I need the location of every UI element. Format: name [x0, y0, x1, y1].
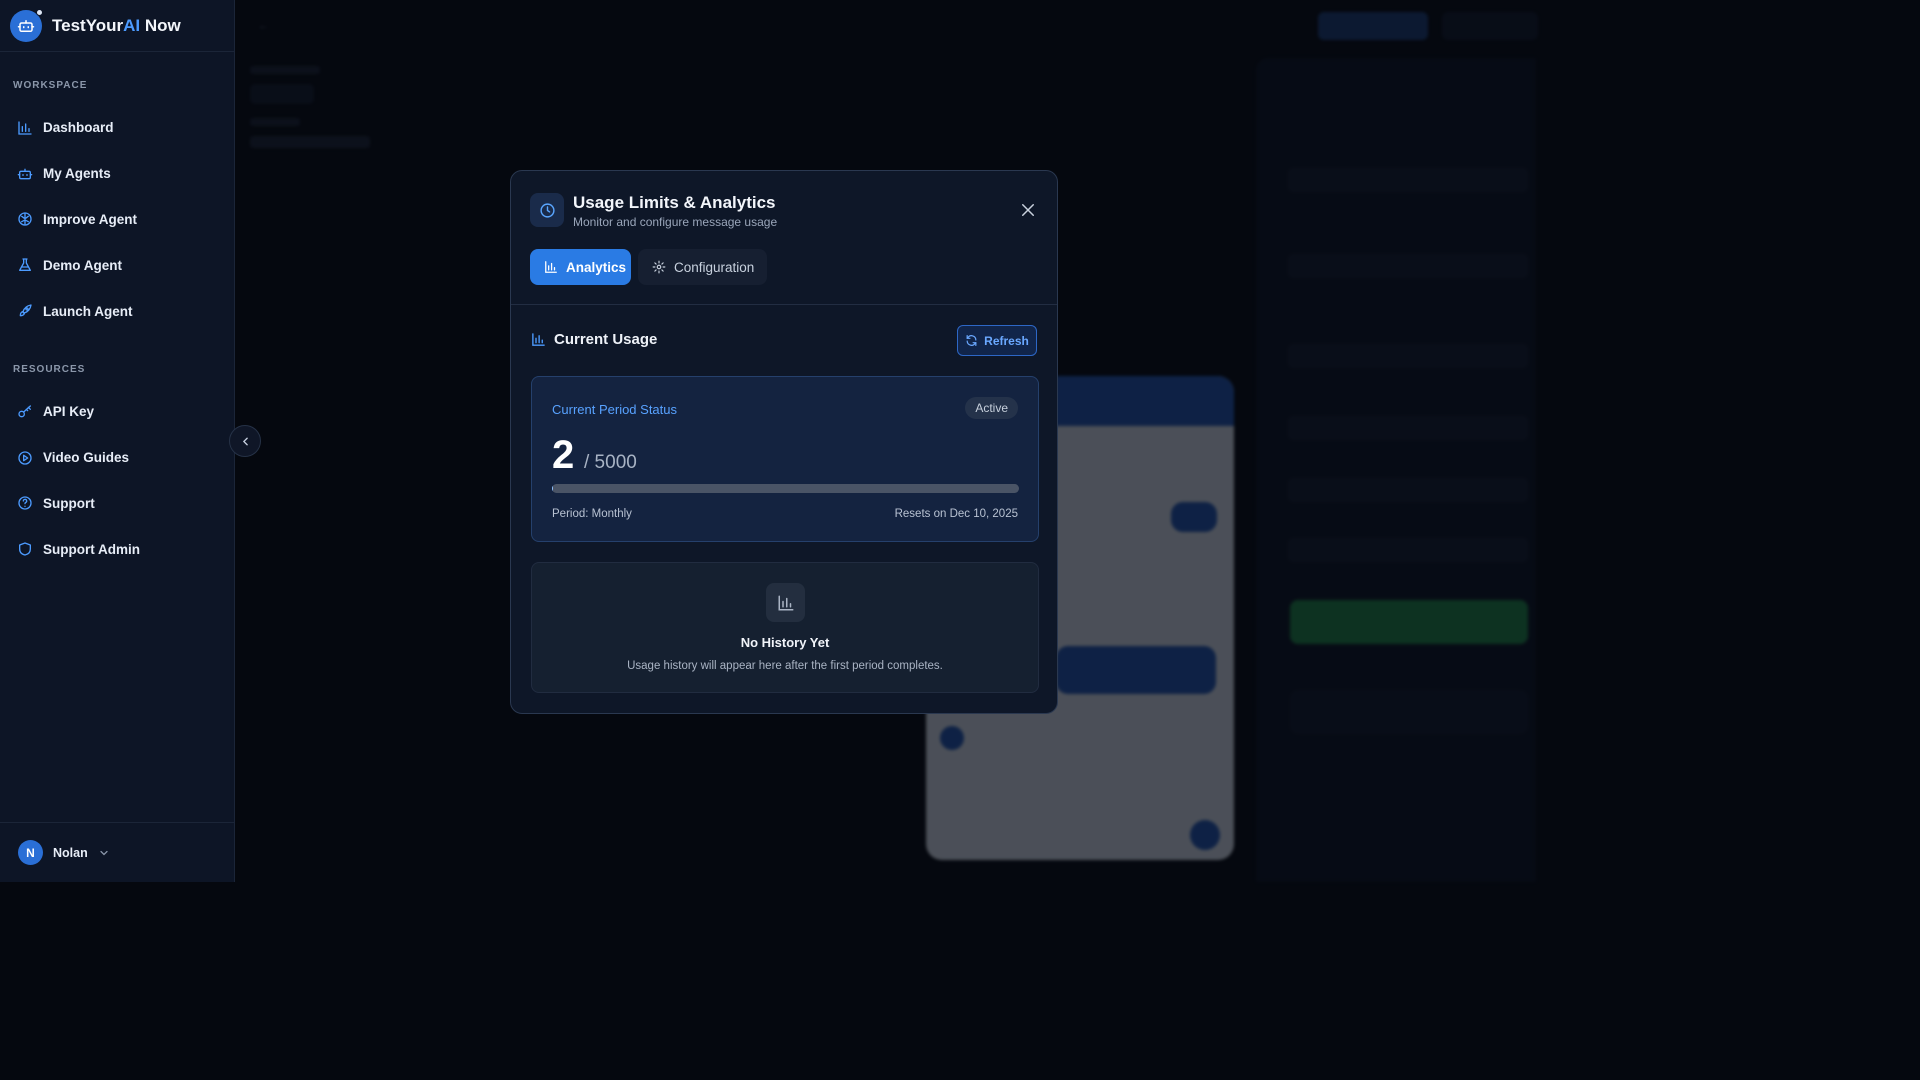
bg-placeholder — [250, 84, 314, 104]
messages-used-count: 2 — [552, 433, 575, 477]
sidebar-item-label: Demo Agent — [43, 257, 123, 273]
brain-icon — [18, 212, 32, 227]
sidebar-item-launch-agent[interactable]: Launch Agent — [0, 288, 235, 334]
workspace-section-label: WORKSPACE — [13, 80, 88, 91]
usage-progress-fill — [552, 484, 554, 493]
bar-chart-icon — [545, 261, 557, 273]
bg-secondary-button — [1442, 12, 1538, 40]
shield-icon — [19, 542, 31, 556]
bar-chart-icon — [18, 121, 32, 135]
user-menu[interactable]: N Nolan — [0, 822, 235, 882]
sidebar-item-label: API Key — [43, 404, 95, 420]
bg-placeholder — [250, 66, 320, 74]
sidebar-item-label: My Agents — [43, 166, 111, 182]
collapse-sidebar-button[interactable] — [229, 425, 261, 457]
resources-nav: API Key Video Guides Support Support Adm… — [0, 389, 235, 572]
empty-state-title: No History Yet — [740, 635, 830, 650]
sidebar-item-label: Improve Agent — [43, 211, 138, 227]
user-name: Nolan — [53, 845, 88, 860]
chevron-down-icon — [100, 850, 108, 855]
brand-name: TestYourAI Now — [52, 15, 181, 35]
sidebar-item-improve-agent[interactable]: Improve Agent — [0, 197, 235, 243]
robot-icon — [17, 168, 33, 180]
brand[interactable]: TestYourAI Now — [0, 0, 234, 52]
gear-icon — [652, 260, 666, 274]
usage-progress-bar — [552, 484, 1019, 493]
bg-configuration-panel — [1256, 58, 1536, 882]
refresh-label: Refresh — [984, 333, 1029, 348]
chevron-left-icon — [242, 437, 248, 445]
key-icon — [18, 405, 31, 418]
tab-configuration-label: Configuration — [674, 259, 755, 275]
modal-subtitle: Monitor and configure message usage — [573, 215, 778, 229]
tab-configuration[interactable]: Configuration — [638, 249, 767, 285]
sidebar-item-my-agents[interactable]: My Agents — [0, 151, 235, 197]
sidebar-item-dashboard[interactable]: Dashboard — [0, 105, 235, 151]
refresh-icon — [966, 335, 977, 346]
bg-primary-button — [1318, 12, 1428, 40]
bar-chart-icon — [532, 333, 545, 346]
sidebar-item-label: Video Guides — [43, 450, 130, 466]
modal-header: Usage Limits & Analytics Monitor and con… — [511, 171, 1057, 305]
status-card-title: Current Period Status — [552, 402, 678, 417]
current-period-status-card: Current Period Status Active 2 / 5000 Pe… — [531, 376, 1039, 542]
close-icon — [1022, 204, 1034, 216]
sidebar-item-demo-agent[interactable]: Demo Agent — [0, 242, 235, 288]
reset-date-text: Resets on Dec 10, 2025 — [894, 508, 1018, 520]
play-circle-icon — [18, 451, 32, 465]
modal-title: Usage Limits & Analytics — [573, 193, 776, 212]
sidebar-item-support[interactable]: Support — [0, 481, 235, 527]
sidebar-item-label: Support Admin — [43, 541, 140, 557]
robot-logo-icon — [10, 8, 43, 42]
flask-icon — [19, 258, 31, 272]
avatar: N — [18, 840, 43, 865]
bg-placeholder — [250, 136, 370, 148]
help-circle-icon — [18, 496, 32, 511]
sidebar-item-label: Launch Agent — [43, 303, 133, 319]
bar-chart-icon — [766, 583, 805, 622]
bg-placeholder — [250, 118, 300, 126]
resources-section-label: RESOURCES — [13, 364, 86, 375]
tab-analytics[interactable]: Analytics — [530, 249, 631, 285]
current-usage-heading: Current Usage — [531, 331, 657, 348]
sidebar-item-label: Support — [43, 495, 95, 511]
rocket-icon — [19, 304, 32, 317]
messages-limit: / 5000 — [584, 452, 637, 473]
bg-back-link: ← — [258, 20, 269, 32]
sidebar-item-label: Dashboard — [43, 120, 114, 136]
clock-icon — [530, 193, 564, 227]
refresh-button[interactable]: Refresh — [957, 325, 1037, 356]
tab-analytics-label: Analytics — [566, 259, 627, 275]
usage-history-empty-state: No History Yet Usage history will appear… — [531, 562, 1039, 693]
sidebar-item-api-key[interactable]: API Key — [0, 389, 235, 435]
sidebar-item-support-admin[interactable]: Support Admin — [0, 526, 235, 572]
sidebar: TestYourAI Now WORKSPACE Dashboard My Ag… — [0, 0, 235, 882]
period-text: Period: Monthly — [552, 508, 632, 520]
empty-state-text: Usage history will appear here after the… — [627, 660, 943, 672]
status-badge: Active — [965, 397, 1018, 419]
workspace-nav: Dashboard My Agents Improve Agent Demo A… — [0, 105, 235, 334]
usage-limits-modal: Usage Limits & Analytics Monitor and con… — [510, 170, 1058, 714]
close-button[interactable] — [1019, 201, 1037, 219]
sidebar-item-video-guides[interactable]: Video Guides — [0, 435, 235, 481]
